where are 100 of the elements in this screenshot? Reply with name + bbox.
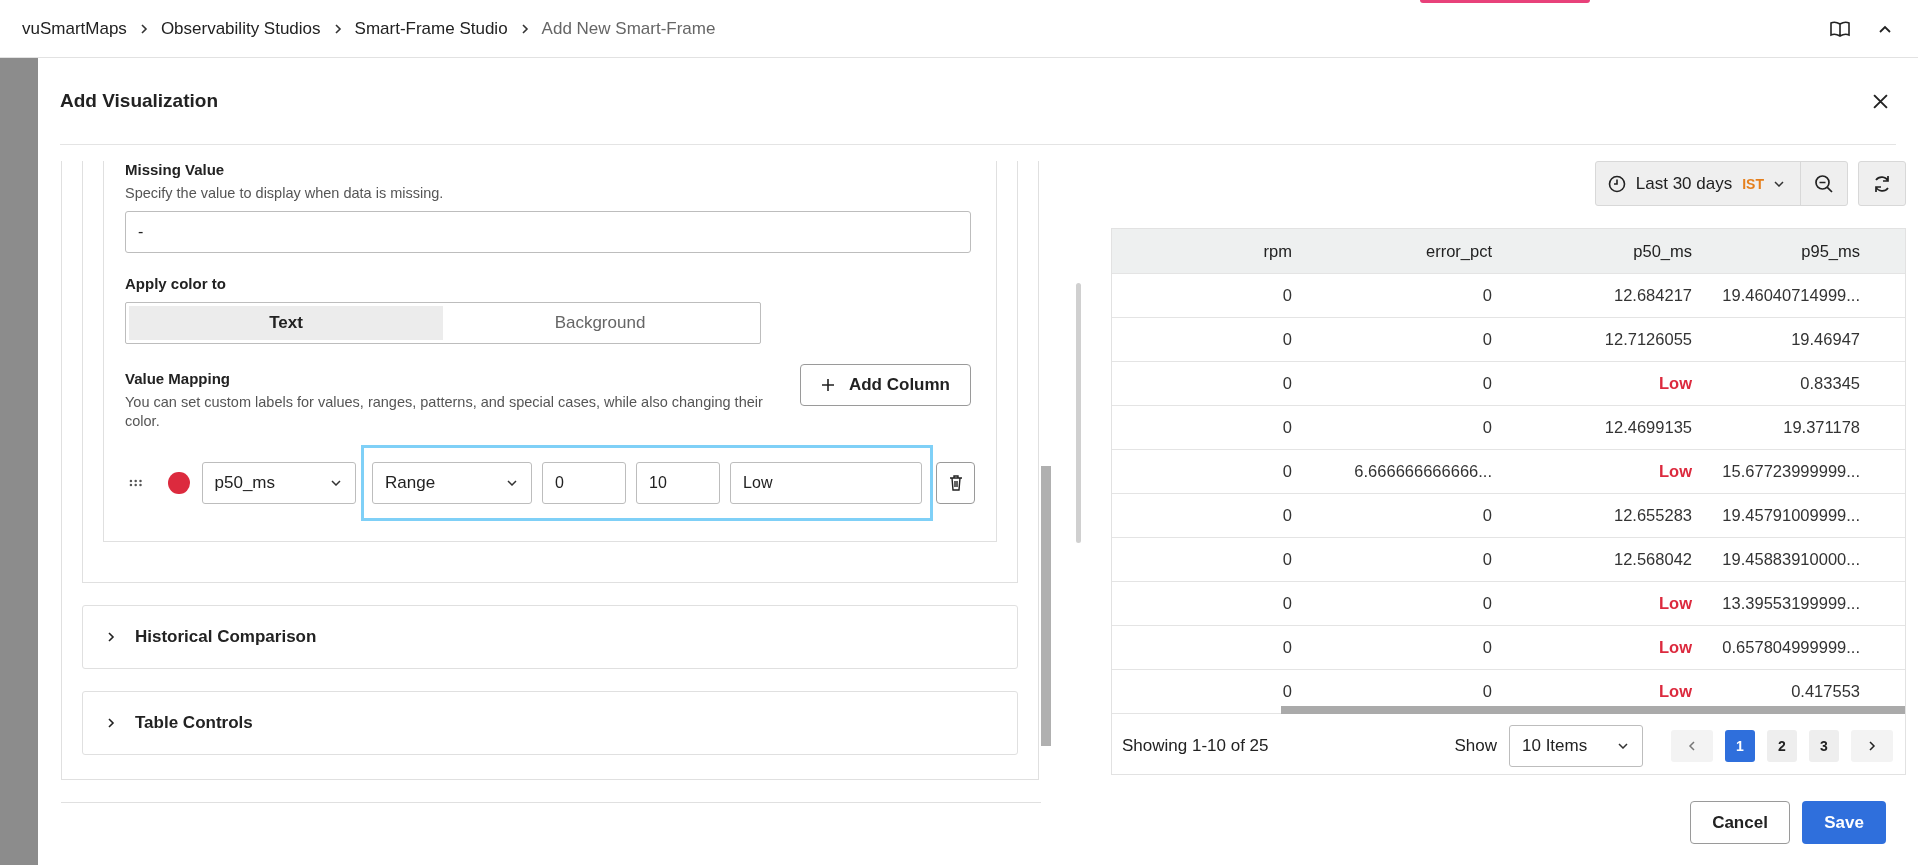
section-title: Historical Comparison xyxy=(135,626,317,647)
chevron-down-icon xyxy=(1774,180,1784,187)
chevron-left-icon xyxy=(1688,740,1696,752)
chevron-down-icon xyxy=(1618,743,1628,749)
close-icon[interactable] xyxy=(1873,93,1888,109)
column-header[interactable]: p95_ms xyxy=(1692,241,1882,261)
segment-option[interactable]: Text xyxy=(129,305,443,340)
page-size-select[interactable]: 10 Items xyxy=(1509,725,1643,767)
table-cell-text: 0.657804999999... xyxy=(1721,638,1861,657)
table-cell-text: Low xyxy=(1658,462,1692,481)
table-cell-text: 0 xyxy=(1281,418,1292,437)
table-cell-text: 0 xyxy=(1281,286,1292,305)
page-button[interactable]: 1 xyxy=(1725,730,1755,762)
table-cell-text: 0 xyxy=(1481,286,1492,305)
page-button[interactable]: 2 xyxy=(1767,730,1797,762)
table-cell-text: 0 xyxy=(1481,682,1492,701)
segment-option[interactable]: Background xyxy=(443,305,757,340)
section-title: Table Controls xyxy=(135,712,253,733)
table-cell-text: Low xyxy=(1658,594,1692,613)
table-cell-text: 0 xyxy=(1481,550,1492,569)
breadcrumb-link[interactable]: Observability Studios xyxy=(160,18,321,39)
field-description: You can set custom labels for values, ranges, patterns, and special cases, while also changing their color. xyxy=(125,392,764,431)
range-to-input[interactable]: 10 xyxy=(636,461,721,504)
table-cell-text: 12.655283 xyxy=(1613,506,1692,525)
clock-icon xyxy=(1607,174,1626,193)
table-cell-text: 0.83345 xyxy=(1799,374,1861,393)
breadcrumb-link[interactable]: Smart-Frame Studio xyxy=(354,18,508,39)
delete-button[interactable] xyxy=(936,461,975,504)
breadcrumb-link[interactable]: vuSmartMaps xyxy=(22,18,127,39)
table-cell-text: 0 xyxy=(1481,374,1492,393)
table-cell-text: 12.4699135 xyxy=(1603,418,1692,437)
chevron-right-icon xyxy=(1868,740,1876,752)
chevron-right-icon xyxy=(332,23,343,34)
chevron-right-icon xyxy=(107,716,115,729)
scrollbar[interactable] xyxy=(1041,466,1051,746)
accordion-section[interactable]: Table Controls xyxy=(82,690,1018,755)
table-cell-text: Low xyxy=(1658,638,1692,657)
type-select[interactable]: Range xyxy=(372,461,533,504)
table-cell-text: 0 xyxy=(1481,418,1492,437)
table-cell-text: 13.39553199999... xyxy=(1721,594,1861,613)
table-cell-text: 12.684217 xyxy=(1613,286,1692,305)
drag-handle-icon[interactable] xyxy=(129,478,143,487)
table-cell-text: 0 xyxy=(1281,682,1292,701)
table-cell-text: 19.46947 xyxy=(1790,330,1861,349)
table-cell-text: 0 xyxy=(1281,594,1292,613)
page-button[interactable]: 3 xyxy=(1809,730,1839,762)
pagination-summary: Showing 1-10 of 25 xyxy=(1122,736,1269,756)
field-label: Apply color to xyxy=(125,274,227,292)
column-header[interactable]: rpm xyxy=(1112,241,1292,261)
table-cell-text: 0 xyxy=(1281,550,1292,569)
table-cell-text: 0 xyxy=(1481,638,1492,657)
trash-icon xyxy=(948,474,963,491)
chevron-down-icon xyxy=(507,479,518,486)
table-cell-text: Low xyxy=(1658,682,1692,701)
chevron-right-icon xyxy=(138,23,149,34)
field-label: Missing Value xyxy=(125,161,226,178)
add-column-button[interactable]: Add Column xyxy=(799,363,971,406)
field-label: Value Mapping xyxy=(125,369,231,387)
chevron-up-icon[interactable] xyxy=(1878,23,1892,34)
table-cell-text: 0 xyxy=(1281,330,1292,349)
chevron-down-icon xyxy=(331,479,342,486)
scrollbar[interactable] xyxy=(1281,706,1905,714)
table-cell-text: 19.45883910000... xyxy=(1721,550,1861,569)
color-dot[interactable] xyxy=(168,471,190,494)
save-button[interactable]: Save xyxy=(1802,801,1886,844)
refresh-icon xyxy=(1872,173,1892,194)
table-cell-text: 19.45791009999... xyxy=(1721,506,1861,525)
field-description: Specify the value to display when data is missing. xyxy=(125,184,445,203)
refresh-button[interactable] xyxy=(1858,161,1906,206)
table-cell-text: 0 xyxy=(1281,374,1292,393)
table-cell-text: 0 xyxy=(1481,594,1492,613)
table-cell-text: 12.7126055 xyxy=(1603,330,1692,349)
table-cell-text: 0 xyxy=(1281,506,1292,525)
column-header[interactable]: p50_ms xyxy=(1492,241,1692,261)
table-cell-text: 6.666666666666... xyxy=(1353,462,1492,481)
plus-icon xyxy=(820,377,835,392)
table-cell-text: 0 xyxy=(1481,330,1492,349)
table-cell-text: Low xyxy=(1658,374,1692,393)
page-size-label: Show xyxy=(1454,736,1497,756)
range-from-input[interactable]: 0 xyxy=(542,461,627,504)
modal-title: Add Visualization xyxy=(60,90,218,112)
column-header[interactable]: error_pct xyxy=(1292,241,1492,261)
cancel-button[interactable]: Cancel xyxy=(1690,801,1790,844)
table-cell-text: 19.46040714999... xyxy=(1721,286,1861,305)
chevron-right-icon xyxy=(519,23,530,34)
scrollbar[interactable] xyxy=(1076,283,1081,543)
table-cell-text: 0 xyxy=(1281,462,1292,481)
chevron-right-icon xyxy=(107,630,115,643)
table-cell-text: 19.371178 xyxy=(1782,418,1861,437)
table-cell-text: 15.67723999999... xyxy=(1721,462,1861,481)
accordion-section[interactable]: Historical Comparison xyxy=(82,604,1018,669)
column-select[interactable]: p50_ms xyxy=(201,461,357,504)
table-cell-text: 0.417553 xyxy=(1790,682,1861,701)
table-cell-text: 12.568042 xyxy=(1613,550,1692,569)
book-icon[interactable] xyxy=(1830,20,1850,37)
missing-value-input[interactable]: - xyxy=(125,210,971,253)
zoom-out-icon xyxy=(1814,173,1834,194)
table-cell-text: 0 xyxy=(1281,638,1292,657)
table-cell-text: 0 xyxy=(1481,506,1492,525)
label-input[interactable]: Low xyxy=(730,461,923,504)
